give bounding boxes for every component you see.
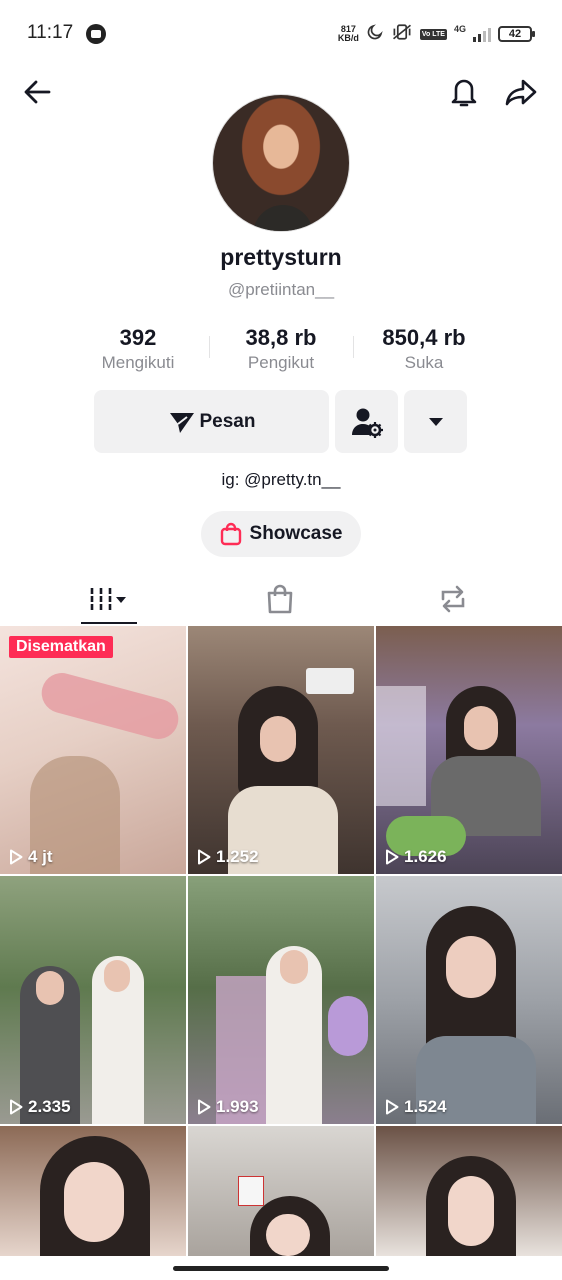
back-button[interactable] xyxy=(17,72,57,112)
video-tile[interactable]: 1.626 xyxy=(376,626,562,874)
stat-likes-value: 850,4 rb xyxy=(382,325,466,350)
view-count-value: 1.993 xyxy=(216,1097,259,1116)
shopping-bag-icon xyxy=(220,522,241,546)
mute-vibrate-icon xyxy=(391,23,413,45)
stat-following-value: 392 xyxy=(119,325,157,350)
view-count-value: 2.335 xyxy=(28,1097,71,1116)
video-tile[interactable]: 2.335 xyxy=(0,876,186,1124)
video-tile[interactable] xyxy=(376,1126,562,1256)
view-count: 1.252 xyxy=(197,847,259,867)
signal-icon xyxy=(473,26,491,42)
profile-avatar[interactable] xyxy=(212,94,350,232)
view-count: 1.993 xyxy=(197,1097,259,1117)
play-icon xyxy=(198,1099,211,1115)
status-time: 11:17 xyxy=(27,22,74,43)
stat-following-label: Mengikuti xyxy=(101,353,175,372)
video-tile[interactable]: 1.524 xyxy=(376,876,562,1124)
shop-icon xyxy=(267,584,293,614)
share-button[interactable] xyxy=(501,72,541,112)
view-count-value: 1.252 xyxy=(216,847,259,866)
stat-followers-value: 38,8 rb xyxy=(245,325,317,350)
play-icon xyxy=(386,849,399,865)
play-icon xyxy=(386,1099,399,1115)
bell-icon xyxy=(451,79,477,107)
grid-icon xyxy=(90,588,126,610)
showcase-button[interactable]: Showcase xyxy=(201,511,361,557)
more-options-dropdown[interactable] xyxy=(404,390,467,453)
stat-divider xyxy=(353,336,354,358)
share-icon xyxy=(505,79,537,106)
video-tile[interactable]: 1.993 xyxy=(188,876,374,1124)
view-count: 2.335 xyxy=(9,1097,71,1117)
view-count-value: 1.524 xyxy=(404,1097,447,1116)
network-speed: 817 KB/d xyxy=(338,25,359,43)
video-tile[interactable]: Disematkan 4 jt xyxy=(0,626,186,874)
notification-app-icon xyxy=(86,24,106,44)
play-icon xyxy=(10,849,23,865)
repost-icon xyxy=(441,585,465,613)
view-count: 1.626 xyxy=(385,847,447,867)
network-speed-unit: KB/d xyxy=(337,33,359,43)
stat-following[interactable]: 392 Mengikuti xyxy=(83,324,193,374)
stat-followers-label: Pengikut xyxy=(247,353,315,372)
battery-icon: 42 xyxy=(498,26,535,42)
notifications-button[interactable] xyxy=(444,72,484,112)
pinned-badge: Disematkan xyxy=(9,636,113,658)
username[interactable]: @pretiintan__ xyxy=(0,280,562,300)
tab-videos[interactable] xyxy=(81,574,137,624)
add-friend-settings-icon xyxy=(351,408,383,438)
status-icons: 817 KB/d Vo LTE 4G 42 xyxy=(338,22,535,46)
video-tile[interactable] xyxy=(0,1126,186,1256)
message-label: Pesan xyxy=(199,410,256,432)
view-count-value: 1.626 xyxy=(404,847,447,866)
tab-shop[interactable] xyxy=(252,574,308,624)
dropdown-icon xyxy=(428,417,443,426)
view-count: 1.524 xyxy=(385,1097,447,1117)
play-icon xyxy=(198,849,211,865)
display-name: prettysturn xyxy=(220,244,342,270)
view-count-value: 4 jt xyxy=(28,847,53,866)
stat-likes[interactable]: 850,4 rb Suka xyxy=(364,324,484,374)
moon-icon xyxy=(366,23,384,45)
view-count: 4 jt xyxy=(9,847,53,867)
stat-followers[interactable]: 38,8 rb Pengikut xyxy=(226,324,336,374)
back-arrow-icon xyxy=(24,80,51,104)
video-tile[interactable] xyxy=(188,1126,374,1256)
play-icon xyxy=(10,1099,23,1115)
profile-bio: ig: @pretty.tn__ xyxy=(221,470,341,489)
profile-stats: 392 Mengikuti 38,8 rb Pengikut 850,4 rb … xyxy=(0,324,562,380)
active-tab-indicator xyxy=(81,622,137,624)
status-bar: 11:17 817 KB/d Vo LTE 4G 42 xyxy=(0,0,562,66)
stat-likes-label: Suka xyxy=(404,353,444,372)
home-indicator[interactable] xyxy=(173,1266,389,1271)
add-friend-button[interactable] xyxy=(335,390,398,453)
send-icon xyxy=(169,412,194,433)
video-tile[interactable]: 1.252 xyxy=(188,626,374,874)
network-type: 4G xyxy=(453,24,466,34)
volte-icon: Vo LTE xyxy=(419,28,447,40)
message-button[interactable]: Pesan xyxy=(94,390,329,453)
stat-divider xyxy=(209,336,210,358)
tab-reposts[interactable] xyxy=(425,574,481,624)
showcase-label: Showcase xyxy=(249,523,343,544)
